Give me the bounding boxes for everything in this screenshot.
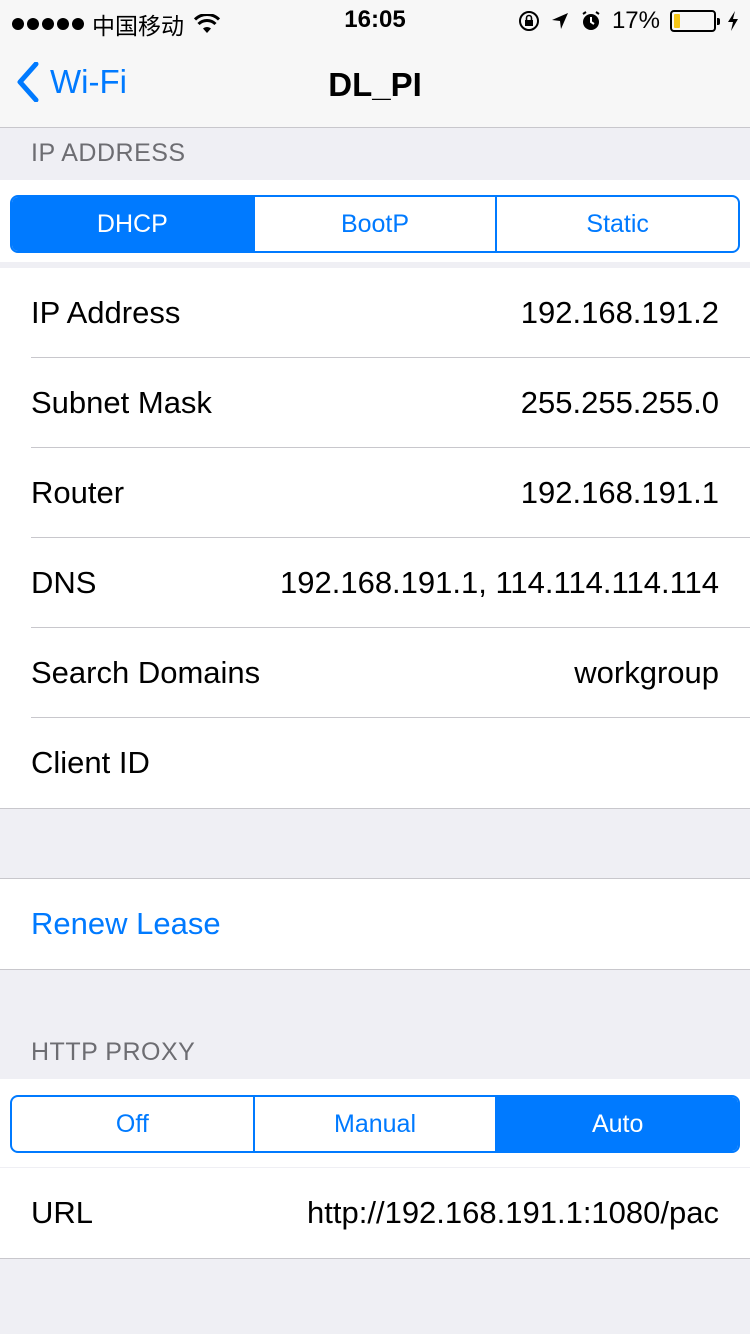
- ip-address-row: IP Address 192.168.191.2: [0, 268, 750, 358]
- location-icon: [551, 13, 568, 29]
- orientation-lock-icon: [518, 11, 539, 31]
- segment-bootp[interactable]: BootP: [255, 197, 498, 251]
- charging-icon: [728, 11, 738, 31]
- router-value: 192.168.191.1: [520, 475, 719, 510]
- proxy-mode-segmented-control: Off Manual Auto: [10, 1095, 740, 1153]
- search-domains-label: Search Domains: [31, 655, 261, 690]
- segment-auto[interactable]: Auto: [497, 1097, 738, 1151]
- battery-fill: [674, 14, 681, 28]
- search-domains-value: workgroup: [574, 655, 719, 690]
- status-bar: 中国移动 16:05 17%: [0, 0, 750, 40]
- subnet-mask-row: Subnet Mask 255.255.255.0: [0, 358, 750, 448]
- renew-lease-label: Renew Lease: [31, 906, 221, 941]
- battery-percent: 17%: [611, 7, 660, 34]
- renew-lease-group: Renew Lease: [0, 878, 750, 970]
- ip-address-label: IP Address: [31, 295, 181, 330]
- search-domains-row: Search Domains workgroup: [0, 628, 750, 718]
- client-id-label: Client ID: [31, 745, 150, 780]
- segment-off[interactable]: Off: [12, 1097, 255, 1151]
- ip-mode-container: DHCP BootP Static: [0, 180, 750, 262]
- router-label: Router: [31, 475, 125, 510]
- segment-dhcp[interactable]: DHCP: [12, 197, 255, 251]
- battery-icon: [670, 10, 720, 32]
- proxy-url-row[interactable]: URL http://192.168.191.1:1080/pac: [0, 1168, 750, 1258]
- segment-static[interactable]: Static: [497, 197, 738, 251]
- subnet-mask-label: Subnet Mask: [31, 385, 212, 420]
- page-title: DL_PI: [328, 66, 422, 103]
- ip-address-value: 192.168.191.2: [520, 295, 719, 330]
- segment-manual[interactable]: Manual: [255, 1097, 498, 1151]
- alarm-icon: [582, 11, 600, 30]
- dns-label: DNS: [31, 565, 97, 600]
- dns-value: 192.168.191.1, 114.114.114.114: [280, 565, 719, 600]
- client-id-row[interactable]: Client ID: [0, 718, 750, 808]
- http-proxy-section-header: HTTP PROXY: [31, 1038, 196, 1066]
- router-row: Router 192.168.191.1: [0, 448, 750, 538]
- proxy-mode-container: Off Manual Auto: [0, 1079, 750, 1167]
- renew-lease-button[interactable]: Renew Lease: [0, 879, 750, 969]
- proxy-url-value[interactable]: http://192.168.191.1:1080/pac: [307, 1195, 719, 1231]
- proxy-url-label: URL: [31, 1195, 94, 1230]
- ip-details-group: IP Address 192.168.191.2 Subnet Mask 255…: [0, 268, 750, 809]
- navigation-bar: Wi-Fi DL_PI: [0, 40, 750, 128]
- subnet-mask-value: 255.255.255.0: [520, 385, 719, 420]
- dns-row: DNS 192.168.191.1, 114.114.114.114: [0, 538, 750, 628]
- ip-mode-segmented-control: DHCP BootP Static: [10, 195, 740, 253]
- proxy-url-group: URL http://192.168.191.1:1080/pac: [0, 1168, 750, 1259]
- ip-address-section-header: IP ADDRESS: [31, 139, 186, 167]
